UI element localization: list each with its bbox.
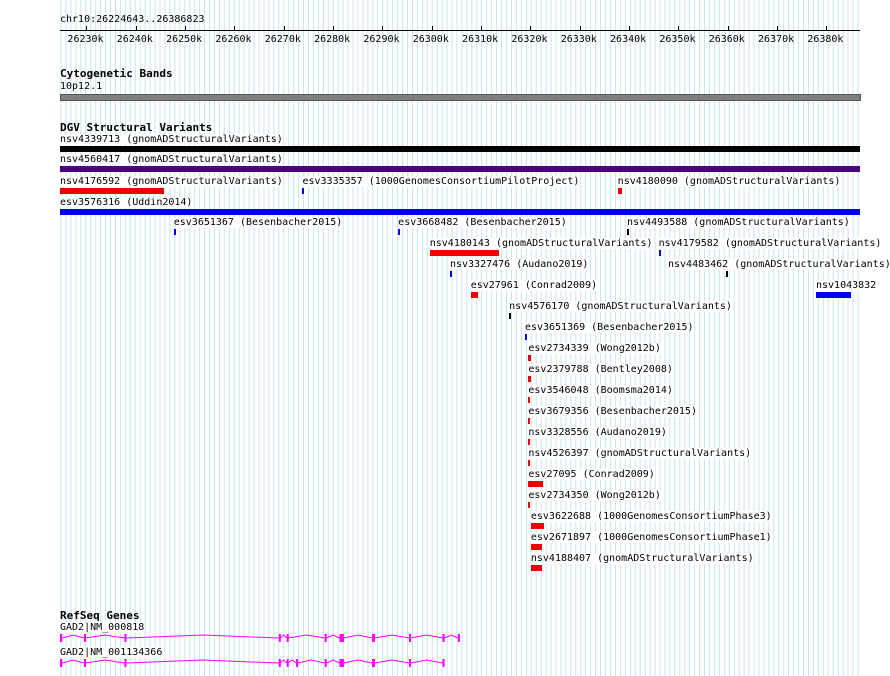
gene-model[interactable] [60, 659, 445, 667]
gene-exon [124, 659, 127, 667]
gene-intron [374, 634, 410, 639]
gene-model[interactable] [60, 634, 460, 642]
gene-intron [343, 659, 373, 664]
gene-intron [85, 634, 125, 639]
gene-exon [339, 659, 344, 667]
gene-exon [324, 659, 327, 667]
gene-intron [326, 634, 340, 639]
gene-intron [62, 634, 85, 639]
gene-intron [374, 659, 410, 664]
gene-exon [296, 659, 299, 667]
refseq-track [60, 634, 460, 667]
gene-intron [297, 659, 325, 664]
gene-exon [372, 634, 375, 642]
gene-exon [83, 634, 86, 642]
gene-exon [442, 634, 445, 642]
gene-intron [444, 634, 459, 639]
gene-exon [409, 634, 412, 642]
gene-intron [62, 659, 85, 664]
gene-exon [286, 659, 289, 667]
gene-exon [442, 659, 445, 667]
gene-intron [410, 634, 443, 639]
gene-exon [60, 634, 63, 642]
gene-intron [125, 634, 279, 639]
gene-intron [326, 659, 340, 664]
gene-exon [409, 659, 412, 667]
gene-exon [60, 659, 63, 667]
gene-exon [124, 634, 127, 642]
gene-intron [410, 659, 443, 664]
gene-exon [278, 634, 281, 642]
gene-intron [343, 634, 373, 639]
gene-exon [324, 634, 327, 642]
gene-intron [279, 659, 288, 664]
gene-exon [339, 634, 344, 642]
gene-intron [287, 659, 297, 664]
gene-intron [125, 659, 279, 664]
gene-exon [83, 659, 86, 667]
gene-intron [85, 659, 125, 664]
gene-exon [286, 634, 289, 642]
gene-exon [457, 634, 460, 642]
gene-exon [278, 659, 281, 667]
gene-exon [372, 659, 375, 667]
gene-intron [288, 634, 325, 639]
gene-intron [279, 634, 288, 639]
